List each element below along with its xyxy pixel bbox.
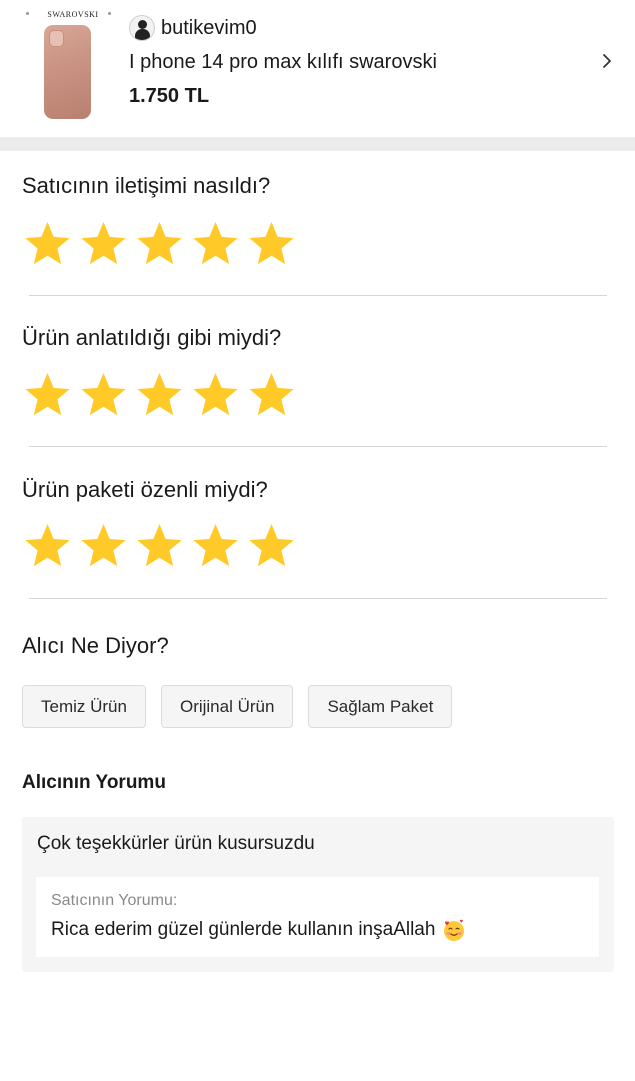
seller-reply-label: Satıcının Yorumu: <box>51 892 178 909</box>
star-icon[interactable] <box>22 370 73 421</box>
product-image: SWAROVSKI <box>26 8 120 119</box>
seller-info[interactable]: butikevim0 <box>129 14 257 42</box>
star-icon[interactable] <box>246 521 297 572</box>
product-card[interactable]: SWAROVSKI butikevim0 I phone 14 pro max … <box>0 0 635 137</box>
seller-avatar <box>129 15 155 41</box>
divider <box>29 446 607 447</box>
seller-reply-text: Rica ederim güzel günlerde kullanın inşa… <box>51 919 436 940</box>
image-dot <box>26 12 29 15</box>
buyer-comment-text: Çok teşekkürler ürün kusursuzdu <box>37 833 315 854</box>
divider <box>29 295 607 296</box>
section-divider <box>0 137 635 151</box>
star-icon[interactable] <box>22 219 73 270</box>
buyer-says-title: Alıcı Ne Diyor? <box>22 633 169 658</box>
tag-original-product[interactable]: Orijinal Ürün <box>160 685 294 728</box>
star-icon[interactable] <box>134 370 185 421</box>
star-icon[interactable] <box>190 370 241 421</box>
image-dot <box>108 12 111 15</box>
star-rating-as-described[interactable] <box>22 370 297 421</box>
seller-reply: Rica ederim güzel günlerde kullanın inşa… <box>51 918 466 942</box>
star-icon[interactable] <box>78 219 129 270</box>
smiling-face-with-hearts-icon <box>444 919 465 941</box>
buyer-comment-box: Çok teşekkürler ürün kusursuzdu Satıcını… <box>22 817 614 972</box>
star-icon[interactable] <box>134 521 185 572</box>
star-icon[interactable] <box>246 219 297 270</box>
buyer-tags: Temiz Ürün Orijinal Ürün Sağlam Paket <box>22 685 453 728</box>
star-icon[interactable] <box>246 370 297 421</box>
star-rating-communication[interactable] <box>22 219 297 270</box>
star-rating-packaging[interactable] <box>22 521 297 572</box>
buyer-comment-title: Alıcının Yorumu <box>22 772 166 793</box>
product-price: 1.750 TL <box>129 85 210 107</box>
rating-question-packaging: Ürün paketi özenli miydi? <box>22 477 268 502</box>
seller-name: butikevim0 <box>161 16 257 39</box>
star-icon[interactable] <box>22 521 73 572</box>
divider <box>29 598 607 599</box>
tag-clean-product[interactable]: Temiz Ürün <box>22 685 146 728</box>
seller-reply-box: Satıcının Yorumu: Rica ederim güzel günl… <box>36 877 599 957</box>
camera-cutout <box>49 30 64 47</box>
phone-case-illustration <box>44 25 91 119</box>
star-icon[interactable] <box>190 219 241 270</box>
rating-question-communication: Satıcının iletişimi nasıldı? <box>22 173 271 198</box>
rating-question-as-described: Ürün anlatıldığı gibi miydi? <box>22 325 282 350</box>
product-image-brand: SWAROVSKI <box>47 10 99 19</box>
star-icon[interactable] <box>78 370 129 421</box>
product-title: I phone 14 pro max kılıfı swarovski <box>129 51 437 73</box>
star-icon[interactable] <box>190 521 241 572</box>
star-icon[interactable] <box>78 521 129 572</box>
tag-solid-package[interactable]: Sağlam Paket <box>308 685 453 728</box>
star-icon[interactable] <box>134 219 185 270</box>
chevron-right-icon[interactable] <box>600 53 614 69</box>
